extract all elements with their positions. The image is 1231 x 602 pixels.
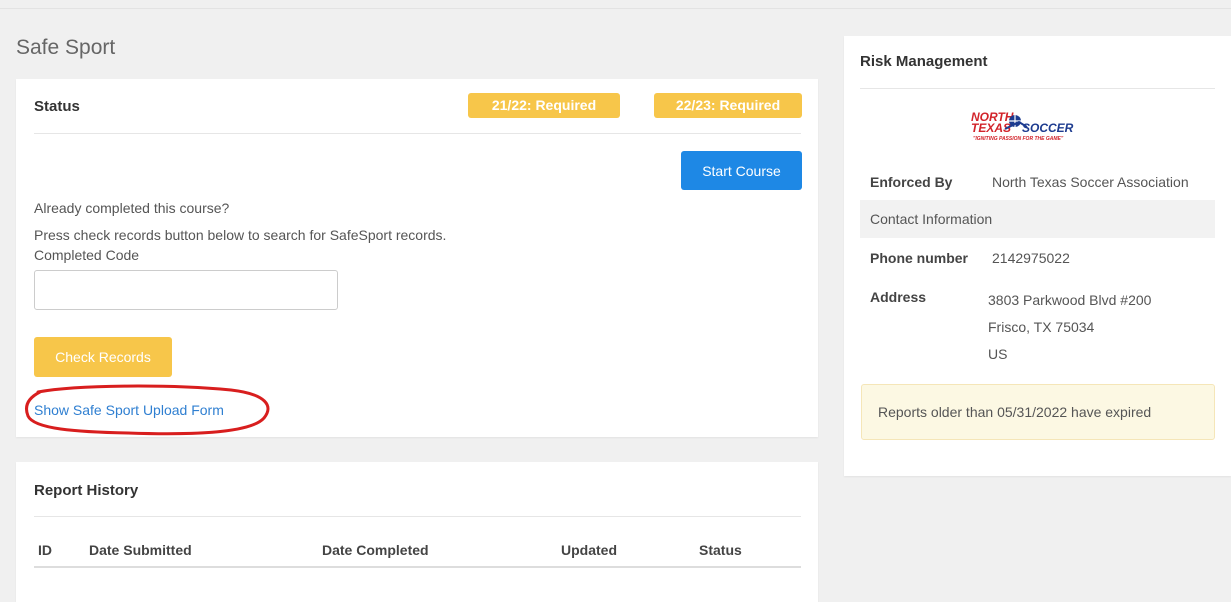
column-header-date-submitted[interactable]: Date Submitted [89,542,192,558]
phone-number-value: 2142975022 [992,250,1070,266]
svg-text:"IGNITING PASSION FOR THE GAME: "IGNITING PASSION FOR THE GAME" [973,136,1064,142]
address-line-3: US [988,346,1008,362]
risk-divider [860,88,1215,89]
status-divider [34,133,801,134]
phone-number-label: Phone number [870,250,969,266]
enforced-by-value: North Texas Soccer Association [992,174,1189,190]
address-line-1: 3803 Parkwood Blvd #200 [988,292,1152,308]
table-header-rule [34,566,801,568]
completed-code-input[interactable] [34,270,338,310]
contact-information-header: Contact Information [870,211,993,227]
column-header-id[interactable]: ID [38,542,52,558]
completed-question: Already completed this course? [34,200,230,216]
show-upload-form-link[interactable]: Show Safe Sport Upload Form [34,402,224,418]
column-header-updated[interactable]: Updated [561,542,617,558]
address-label: Address [870,289,927,305]
status-badge-2122: 21/22: Required [468,93,620,118]
expired-reports-alert: Reports older than 05/31/2022 have expir… [861,384,1215,440]
svg-text:SOCCER: SOCCER [1022,121,1074,135]
risk-management-card: Risk Management NORTH TEXAS SOCCER "IGNI… [844,36,1231,476]
report-history-card: Report History ID Date Submitted Date Co… [16,462,818,602]
check-records-button[interactable]: Check Records [34,337,172,377]
page-title: Safe Sport [16,36,116,59]
report-history-divider [34,516,801,517]
start-course-button[interactable]: Start Course [681,151,802,190]
status-title: Status [34,98,80,115]
completed-code-label: Completed Code [34,247,140,263]
status-badge-2223: 22/23: Required [654,93,802,118]
north-texas-soccer-logo: NORTH TEXAS SOCCER "IGNITING PASSION FOR… [971,110,1074,142]
expired-reports-text: Reports older than 05/31/2022 have expir… [878,404,1152,420]
column-header-status[interactable]: Status [699,542,742,558]
status-card: Status 21/22: Required 22/23: Required S… [16,79,818,437]
check-instruction: Press check records button below to sear… [34,227,447,243]
risk-management-title: Risk Management [860,53,988,70]
column-header-date-completed[interactable]: Date Completed [322,542,429,558]
top-divider [0,8,1231,9]
enforced-by-label: Enforced By [870,174,953,190]
address-line-2: Frisco, TX 75034 [988,319,1095,335]
report-history-title: Report History [34,482,139,499]
